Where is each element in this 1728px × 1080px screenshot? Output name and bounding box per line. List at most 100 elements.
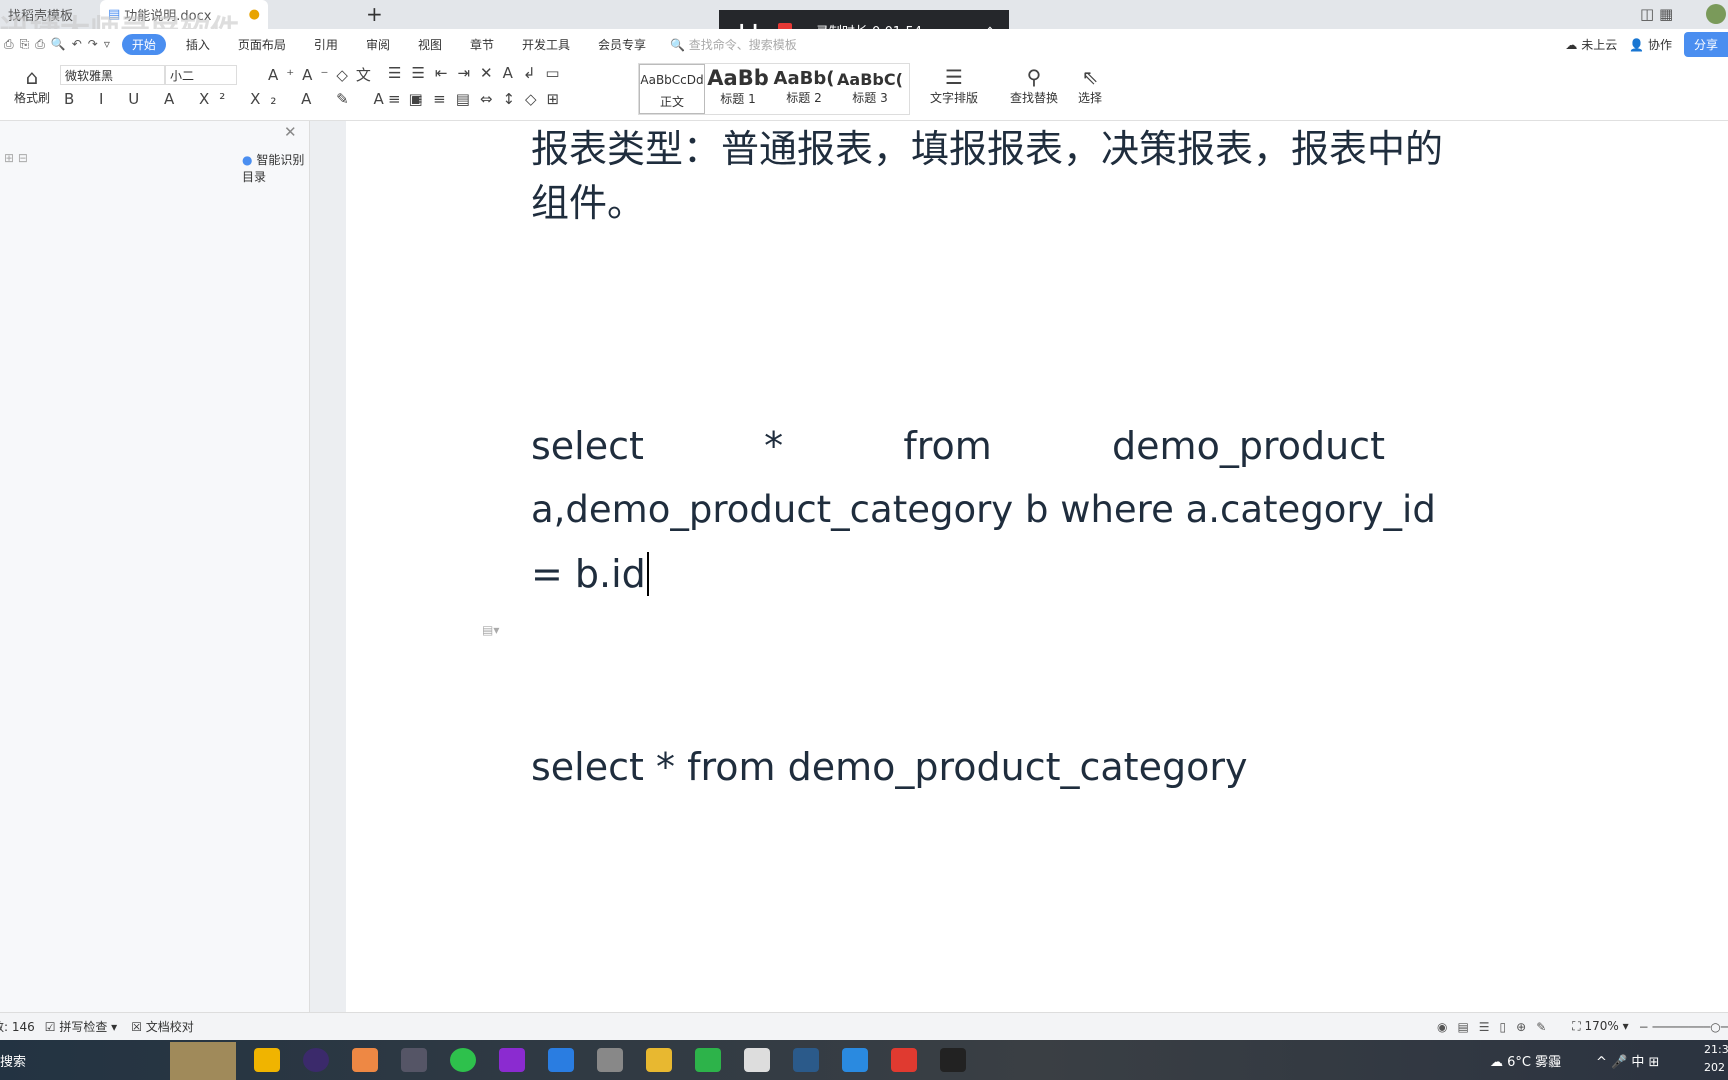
style-label: 标题 3 xyxy=(852,91,888,105)
zoom-select[interactable]: ⛶ 170% ▾ xyxy=(1572,1019,1628,1034)
sql-word: demo_product xyxy=(1112,424,1385,468)
collab-button[interactable]: 👤 协作 xyxy=(1629,36,1672,53)
wechat-icon[interactable] xyxy=(450,1048,476,1072)
sql-line[interactable]: = b.id xyxy=(531,552,1385,596)
select-button[interactable]: ⇖ 选择 xyxy=(1078,65,1102,106)
cursor-icon: ⇖ xyxy=(1081,65,1099,89)
ime-indicator: 中 xyxy=(1631,1055,1645,1070)
search-highlight-image xyxy=(170,1042,236,1080)
menu-section[interactable]: 章节 xyxy=(470,36,494,53)
search-icon: ⚲ xyxy=(1026,65,1042,89)
menu-member[interactable]: 会员专享 xyxy=(598,36,646,53)
page-gutter xyxy=(310,121,346,1012)
text-layout-label: 文字排版 xyxy=(930,91,979,105)
font-size-select[interactable]: 小二 xyxy=(165,65,237,85)
chrome-icon[interactable] xyxy=(352,1048,378,1072)
search-placeholder: 查找命令、搜索模板 xyxy=(688,37,797,52)
spell-label: 拼写检查 xyxy=(59,1020,108,1034)
select-label: 选择 xyxy=(1078,91,1103,105)
style-heading-2[interactable]: AaBb(标题 2 xyxy=(771,64,837,114)
ribbon: ⌂ 格式刷 微软雅黑 小二 A⁺A⁻◇文 B I U A X² X₂ A ✎ A … xyxy=(0,59,1728,121)
wps-icon[interactable] xyxy=(891,1048,917,1072)
menu-layout[interactable]: 页面布局 xyxy=(238,36,286,53)
cloud-button[interactable]: ☁ 未上云 xyxy=(1565,36,1617,53)
sql-line[interactable]: a,demo_product_category b where a.catego… xyxy=(531,488,1436,531)
clock-time[interactable]: 21:3 xyxy=(1704,1043,1728,1056)
menu-review[interactable]: 审阅 xyxy=(366,36,390,53)
avatar[interactable] xyxy=(1706,4,1726,24)
cloud-label: 未上云 xyxy=(1581,37,1618,52)
database-icon[interactable] xyxy=(597,1048,623,1072)
sql-word: from xyxy=(903,424,992,468)
style-heading-3[interactable]: AaBbC( 标题 3 xyxy=(837,64,903,114)
align-icons[interactable]: ≡≡≡▤⇔↕◇⊞ xyxy=(388,90,569,108)
intellij-icon[interactable] xyxy=(499,1048,525,1072)
style-heading-1[interactable]: AaBb 标题 1 xyxy=(705,64,771,114)
style-normal[interactable]: AaBbCcDd 正文 xyxy=(639,64,705,114)
file-explorer-icon[interactable] xyxy=(254,1048,280,1072)
style-preview: AaBb xyxy=(707,66,769,90)
menu-bar: ⎙⎘⎙🔍↶↷▿ 开始 插入 页面布局 引用 审阅 视图 章节 开发工具 会员专享… xyxy=(0,29,1728,59)
app-icon[interactable] xyxy=(646,1048,672,1072)
share-button[interactable]: 分享 xyxy=(1683,31,1728,57)
zoom-slider[interactable]: − ────────○─ xyxy=(1639,1020,1728,1034)
clock-date[interactable]: 202 xyxy=(1704,1061,1725,1074)
smart-toc-button[interactable]: ● 智能识别目录 xyxy=(242,151,309,185)
menu-view[interactable]: 视图 xyxy=(418,36,442,53)
close-icon[interactable]: ✕ xyxy=(284,123,297,141)
view-mode-icons[interactable]: ◉▤☰▯⊕✎ xyxy=(1437,1020,1556,1034)
weather-text: 6°C 雾霾 xyxy=(1507,1055,1562,1070)
new-tab-button[interactable]: + xyxy=(366,2,383,26)
format-icons[interactable]: B I U A X² X₂ A ✎ A ▣ xyxy=(64,90,433,108)
menu-developer[interactable]: 开发工具 xyxy=(522,36,570,53)
sql-word: * xyxy=(764,424,784,468)
navigation-pane: ✕ ⊞ ⊟ ● 智能识别目录 xyxy=(0,121,310,1012)
ai-icon: ● xyxy=(242,153,253,167)
find-replace-label: 查找替换 xyxy=(1010,91,1059,105)
expand-collapse-icons[interactable]: ⊞ ⊟ xyxy=(4,151,28,165)
style-label: 标题 1 xyxy=(720,92,756,106)
style-preview: AaBb( xyxy=(773,68,835,89)
zoom-level: 170% xyxy=(1584,1019,1619,1033)
java-icon[interactable] xyxy=(744,1048,770,1072)
app-icon[interactable] xyxy=(842,1048,868,1072)
app-icon[interactable] xyxy=(401,1048,427,1072)
sql-line[interactable]: select * from demo_product xyxy=(531,424,1385,468)
styles-gallery[interactable]: AaBbCcDd 正文 AaBb 标题 1 AaBb(标题 2 AaBbC( 标题 3 xyxy=(638,63,910,115)
hbuilder-icon[interactable] xyxy=(695,1048,721,1072)
style-preview: AaBbCcDd xyxy=(640,73,704,87)
collab-label: 协作 xyxy=(1647,37,1672,52)
doc-paragraph[interactable]: 报表类型：普通报表，填报报表，决策报表，报表中的 xyxy=(531,118,1443,173)
window-layout-icon[interactable]: ◫ ▦ xyxy=(1640,5,1673,23)
command-search[interactable]: 🔍 查找命令、搜索模板 xyxy=(670,36,797,53)
font-family-select[interactable]: 微软雅黑 xyxy=(60,65,165,85)
proof-label: 文档校对 xyxy=(145,1020,194,1034)
sql-line[interactable]: select * from demo_product_category xyxy=(531,745,1385,789)
word-count[interactable]: 字数: 146 xyxy=(0,1018,35,1035)
menu-home[interactable]: 开始 xyxy=(121,33,166,55)
app-icon[interactable] xyxy=(548,1048,574,1072)
taskbar-search[interactable]: 搜索 xyxy=(0,1051,26,1070)
sql-text: = b.id xyxy=(531,552,646,596)
style-preview: AaBbC( xyxy=(837,70,903,89)
tray-icons[interactable]: ^ 🎤 中 ⊞ xyxy=(1596,1051,1659,1070)
proofread-button[interactable]: ☒ 文档校对 xyxy=(131,1018,194,1035)
paragraph-icons[interactable]: ☰☰⇤⇥✕A↲▭ xyxy=(388,64,570,82)
paragraph-handle-icon[interactable]: ▤▾ xyxy=(482,623,499,637)
brush-icon: ⌂ xyxy=(25,65,39,89)
taskbar: 搜索 ☁ 6°C 雾霾 ^ 🎤 中 ⊞ 21:3 202 xyxy=(0,1040,1728,1080)
spell-check-button[interactable]: ☑ 拼写检查 ▾ xyxy=(45,1018,117,1035)
menu-references[interactable]: 引用 xyxy=(314,36,338,53)
menu-insert[interactable]: 插入 xyxy=(186,36,210,53)
doc-paragraph[interactable]: 组件。 xyxy=(531,172,1385,227)
format-painter-button[interactable]: ⌂ 格式刷 xyxy=(14,65,50,106)
text-layout-button[interactable]: ☰ 文字排版 xyxy=(930,65,978,106)
style-label: 正文 xyxy=(659,95,684,109)
eclipse-icon[interactable] xyxy=(303,1048,329,1072)
mysql-icon[interactable] xyxy=(793,1048,819,1072)
font-tools-icons[interactable]: A⁺A⁻◇文 xyxy=(268,64,379,85)
weather-widget[interactable]: ☁ 6°C 雾霾 xyxy=(1490,1051,1561,1070)
quick-access-icons[interactable]: ⎙⎘⎙🔍↶↷▿ xyxy=(4,37,116,52)
recorder-icon[interactable] xyxy=(940,1048,966,1072)
find-replace-button[interactable]: ⚲ 查找替换 xyxy=(1010,65,1058,106)
